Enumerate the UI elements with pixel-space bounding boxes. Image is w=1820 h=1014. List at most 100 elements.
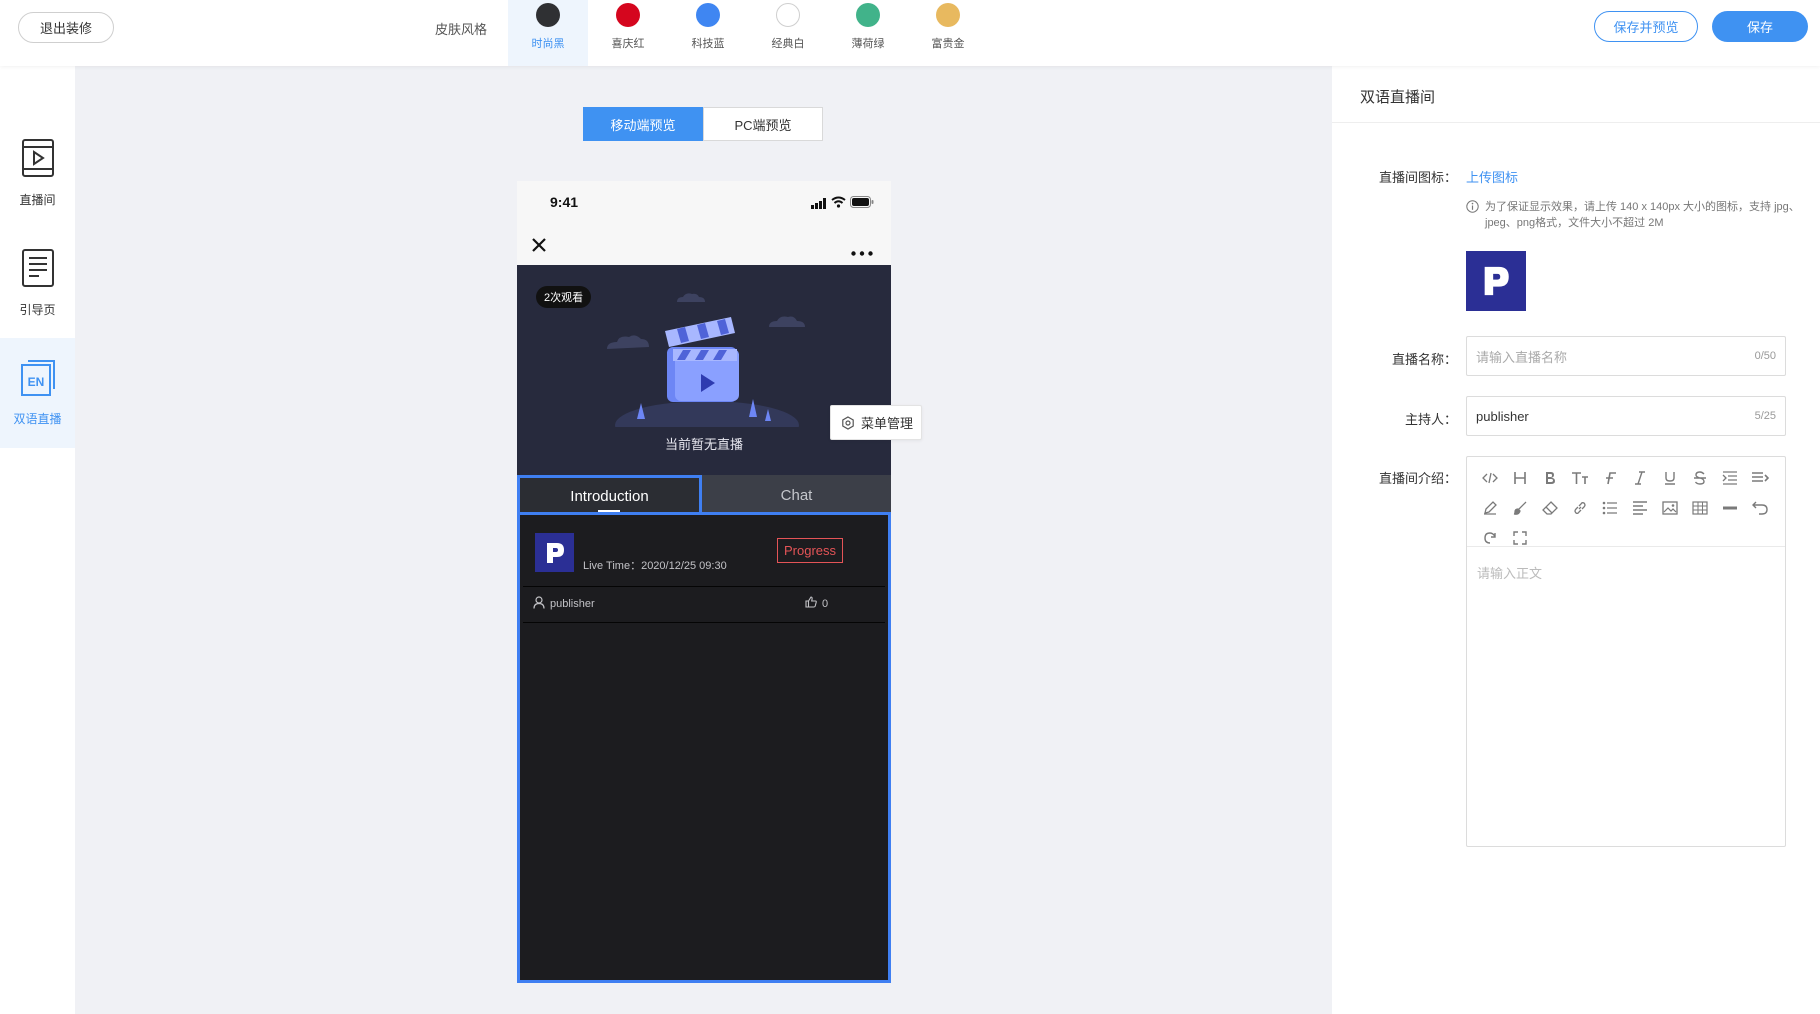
host-input[interactable]: publisher 5/25 xyxy=(1466,396,1786,436)
editor-placeholder: 请输入正文 xyxy=(1477,566,1543,581)
sidebar-item-live-room[interactable]: 直播间 xyxy=(0,118,75,228)
tab-label: Introduction xyxy=(570,488,649,505)
sidebar-item-guide-page[interactable]: 引导页 xyxy=(0,228,75,338)
skin-swatch xyxy=(536,3,560,27)
phone-status-bar: 9:41 xyxy=(517,181,891,223)
phone-tabs: Introduction Chat xyxy=(517,475,891,515)
host-label: 主持人： xyxy=(1404,412,1457,427)
view-count-badge: 2次观看 xyxy=(536,286,592,308)
list-icon[interactable] xyxy=(1595,493,1625,523)
close-icon[interactable] xyxy=(531,237,547,258)
live-name-placeholder: 请输入直播名称 xyxy=(1476,349,1568,365)
sidebar-item-bilingual-live[interactable]: EN 双语直播 xyxy=(0,338,75,448)
font-size-icon[interactable] xyxy=(1565,463,1595,493)
link-icon[interactable] xyxy=(1565,493,1595,523)
live-time-text: Live Time：2020/12/25 09:30 xyxy=(583,560,727,572)
phone-preview: 9:41 2次观看 当前暂无直播 Introduction Chat Live … xyxy=(517,181,891,983)
save-button[interactable]: 保存 xyxy=(1712,11,1808,42)
host-value: publisher xyxy=(1476,408,1529,424)
live-name-input[interactable]: 请输入直播名称 0/50 xyxy=(1466,336,1786,376)
indent-icon[interactable] xyxy=(1715,463,1745,493)
tab-chat[interactable]: Chat xyxy=(702,475,891,515)
status-time: 9:41 xyxy=(550,194,579,210)
skin-option-white[interactable]: 经典白 xyxy=(748,0,828,66)
font-icon[interactable] xyxy=(1595,463,1625,493)
more-icon[interactable] xyxy=(851,243,873,261)
skin-option-gold[interactable]: 富贵金 xyxy=(908,0,988,66)
skin-option-black[interactable]: 时尚黑 xyxy=(508,0,588,66)
host-counter: 5/25 xyxy=(1754,410,1776,422)
battery-icon xyxy=(850,195,874,213)
status-badge: Progress xyxy=(777,538,844,563)
top-bar: 退出装修 皮肤风格 时尚黑 喜庆红 科技蓝 经典白 薄荷绿 富贵金 保存并预览 … xyxy=(0,0,1820,66)
skin-swatch xyxy=(616,3,640,27)
skin-option-green[interactable]: 薄荷绿 xyxy=(828,0,908,66)
rich-text-editor[interactable]: 请输入正文 xyxy=(1466,456,1786,847)
live-room-logo xyxy=(535,533,574,572)
image-icon[interactable] xyxy=(1655,493,1685,523)
divider xyxy=(1332,122,1820,123)
menu-manage-button[interactable]: 菜单管理 xyxy=(830,405,922,440)
fullscreen-icon[interactable] xyxy=(1505,523,1535,553)
save-and-preview-button[interactable]: 保存并预览 xyxy=(1594,11,1698,42)
icon-field-label: 直播间图标： xyxy=(1378,170,1457,185)
live-name-counter: 0/50 xyxy=(1754,350,1776,362)
upload-hint: 为了保证显示效果，请上传 140 x 140px 大小的图标，支持 jpg、jp… xyxy=(1466,199,1806,231)
skin-selector: 时尚黑 喜庆红 科技蓝 经典白 薄荷绿 富贵金 xyxy=(508,0,988,66)
tab-label: Chat xyxy=(780,486,813,504)
wifi-icon xyxy=(831,195,846,213)
live-room-icon-preview xyxy=(1466,251,1526,311)
divider xyxy=(523,622,885,623)
eraser-icon[interactable] xyxy=(1535,493,1565,523)
underline-icon[interactable] xyxy=(1655,463,1685,493)
exit-decorate-button[interactable]: 退出装修 xyxy=(18,12,114,43)
skin-swatch xyxy=(856,3,880,27)
phone-nav-bar xyxy=(517,223,891,265)
skin-label: 富贵金 xyxy=(931,38,965,50)
left-sidebar: 直播间 引导页 EN 双语直播 xyxy=(0,66,75,1014)
editor-toolbar xyxy=(1467,457,1785,547)
skin-swatch xyxy=(936,3,960,27)
sidebar-item-label: 引导页 xyxy=(19,303,56,317)
align-icon[interactable] xyxy=(1625,493,1655,523)
undo-icon[interactable] xyxy=(1745,493,1775,523)
skin-swatch xyxy=(776,3,800,27)
like-count: 0 xyxy=(822,597,829,610)
tab-introduction[interactable]: Introduction xyxy=(517,475,702,515)
like-counter[interactable]: 0 xyxy=(805,596,828,611)
redo-icon[interactable] xyxy=(1475,523,1505,553)
en-bilingual-icon: EN xyxy=(20,359,56,402)
table-icon[interactable] xyxy=(1685,493,1715,523)
play-screen-icon xyxy=(21,138,55,183)
skin-style-label: 皮肤风格 xyxy=(435,22,488,37)
live-name-label: 直播名称： xyxy=(1391,352,1457,367)
intro-label: 直播间介绍： xyxy=(1378,471,1457,486)
publisher-info: publisher xyxy=(533,596,595,612)
introduction-panel: Live Time：2020/12/25 09:30 Progress publ… xyxy=(517,512,891,983)
skin-label: 薄荷绿 xyxy=(851,38,885,50)
preview-canvas: 移动端预览 PC端预览 9:41 2次观看 当前暂无直播 Introductio… xyxy=(75,66,1332,1014)
pc-preview-tab[interactable]: PC端预览 xyxy=(703,107,823,141)
divider-icon[interactable] xyxy=(1715,493,1745,523)
skin-option-red[interactable]: 喜庆红 xyxy=(588,0,668,66)
code-icon[interactable] xyxy=(1475,463,1505,493)
upload-hint-text: 为了保证显示效果，请上传 140 x 140px 大小的图标，支持 jpg、jp… xyxy=(1485,201,1800,229)
bold-icon[interactable] xyxy=(1535,463,1565,493)
sidebar-item-label: 直播间 xyxy=(19,193,56,207)
panel-title: 双语直播间 xyxy=(1360,89,1436,106)
pen-icon[interactable] xyxy=(1475,493,1505,523)
strikethrough-icon[interactable] xyxy=(1685,463,1715,493)
skin-label: 经典白 xyxy=(771,38,805,50)
brush-icon[interactable] xyxy=(1505,493,1535,523)
divider xyxy=(523,586,885,587)
skin-label: 时尚黑 xyxy=(531,38,565,50)
skin-option-blue[interactable]: 科技蓝 xyxy=(668,0,748,66)
mobile-preview-tab[interactable]: 移动端预览 xyxy=(583,107,703,141)
italic-icon[interactable] xyxy=(1625,463,1655,493)
settings-panel: 双语直播间 直播间图标： 上传图标 为了保证显示效果，请上传 140 x 140… xyxy=(1332,66,1820,1014)
upload-icon-link[interactable]: 上传图标 xyxy=(1466,167,1518,186)
gear-icon xyxy=(841,415,855,430)
line-height-icon[interactable] xyxy=(1745,463,1775,493)
thumbs-up-icon xyxy=(805,596,817,611)
heading-icon[interactable] xyxy=(1505,463,1535,493)
